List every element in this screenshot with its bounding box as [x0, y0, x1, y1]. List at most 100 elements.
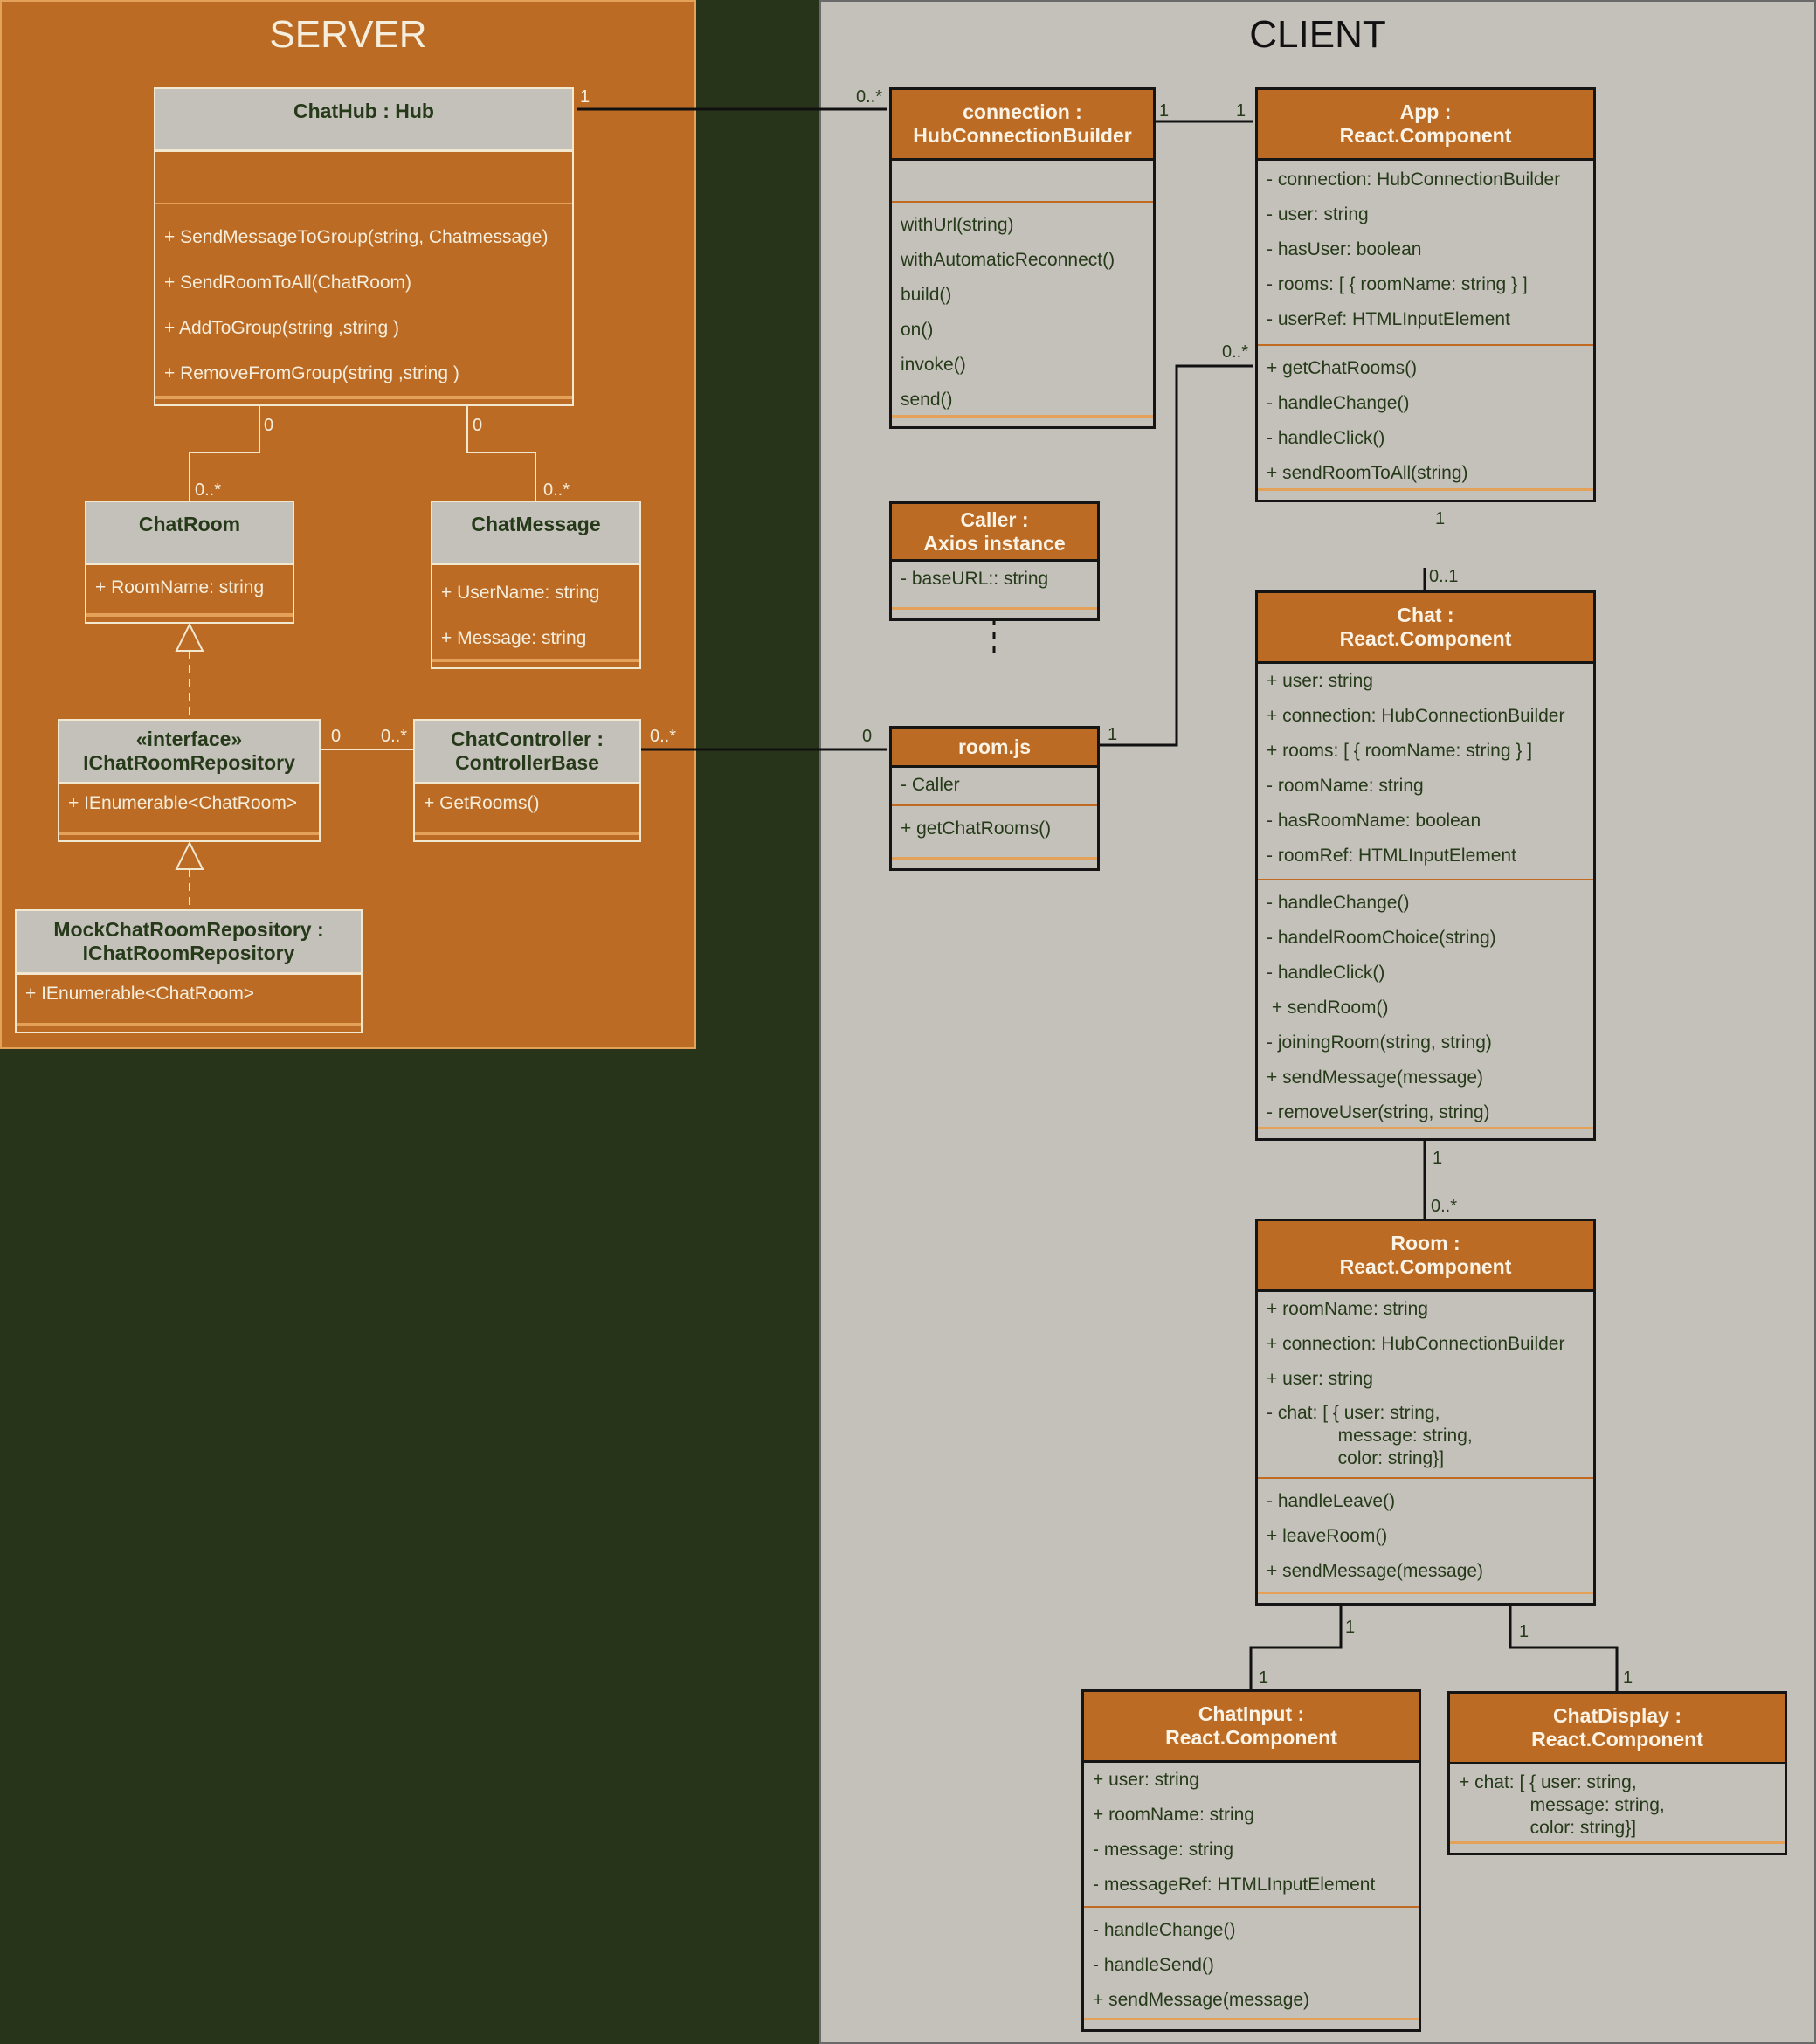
client-title: CLIENT	[1249, 13, 1386, 56]
attributes-section: + IEnumerable<ChatRoom>	[59, 784, 319, 821]
class-name: ChatRoom	[138, 513, 241, 535]
attribute: color: string}]	[1459, 1818, 1637, 1838]
mult-chathub-connection-from: 1	[580, 87, 590, 107]
attributes-section: - baseURL:: string	[892, 562, 1097, 597]
class-chat[interactable]: Chat : React.Component + user: string + …	[1255, 590, 1596, 1141]
separator	[1084, 2018, 1419, 2029]
attributes-section: - Caller	[892, 768, 1097, 804]
methods-section: + getChatRooms()	[892, 806, 1097, 846]
attribute: + chat: [ { user: string,	[1459, 1772, 1637, 1792]
attribute: + IEnumerable<ChatRoom>	[25, 984, 255, 1004]
separator	[415, 832, 639, 840]
class-name-line1: ChatController :	[450, 728, 604, 750]
class-chatroom-header: ChatRoom	[86, 502, 293, 565]
attribute: + roomName: string	[1267, 1299, 1428, 1319]
class-chatdisplay-header: ChatDisplay : React.Component	[1450, 1694, 1785, 1764]
method: + getChatRooms()	[901, 818, 1052, 839]
method: + leaveRoom()	[1267, 1526, 1388, 1546]
mult-irepo-controller-from: 0	[331, 727, 342, 746]
separator	[1258, 488, 1593, 500]
method: + sendRoomToAll(string)	[1267, 463, 1468, 483]
class-connection-header: connection : HubConnectionBuilder	[892, 90, 1153, 161]
class-name-line2: React.Component	[1531, 1728, 1703, 1751]
mult-controller-roomjs-to: 0	[862, 727, 873, 746]
mult-room-chatinput-from: 1	[1345, 1618, 1356, 1637]
methods-section: - handleChange() - handelRoomChoice(stri…	[1258, 880, 1593, 1130]
method: + SendMessageToGroup(string, Chatmessage…	[164, 227, 549, 247]
method: + sendRoom()	[1267, 998, 1389, 1018]
attribute: - baseURL:: string	[901, 569, 1049, 589]
class-chatcontroller[interactable]: ChatController : ControllerBase + GetRoo…	[413, 719, 641, 842]
attributes-section: + user: string + connection: HubConnecti…	[1258, 664, 1593, 879]
attribute: - roomName: string	[1267, 776, 1424, 796]
attribute: + user: string	[1267, 1369, 1373, 1389]
class-chatroom[interactable]: ChatRoom + RoomName: string	[85, 501, 294, 624]
class-chatcontroller-header: ChatController : ControllerBase	[415, 721, 639, 784]
method: + getChatRooms()	[1267, 358, 1418, 378]
attribute: - chat: [ { user: string,	[1267, 1403, 1440, 1423]
class-roomjs[interactable]: room.js - Caller + getChatRooms()	[889, 726, 1100, 871]
class-chatdisplay[interactable]: ChatDisplay : React.Component + chat: [ …	[1447, 1691, 1787, 1855]
class-name-line1: Caller :	[960, 508, 1029, 531]
method: + AddToGroup(string ,string )	[164, 318, 400, 338]
method: - joiningRoom(string, string)	[1267, 1032, 1492, 1053]
class-chatmessage[interactable]: ChatMessage + UserName: string + Message…	[431, 501, 641, 669]
class-chathub[interactable]: ChatHub : Hub + SendMessageToGroup(strin…	[154, 87, 574, 406]
mult-room-chatdisplay-to: 1	[1623, 1668, 1633, 1688]
mult-app-chat-to: 0..1	[1429, 567, 1459, 586]
method: send()	[901, 390, 953, 410]
mult-chathub-connection-to: 0..*	[856, 87, 883, 107]
separator	[892, 857, 1097, 868]
method: withUrl(string)	[901, 215, 1014, 235]
mult-app-chat-from: 1	[1435, 509, 1446, 528]
class-ichatroomrepository-header: «interface» IChatRoomRepository	[59, 721, 319, 784]
class-name-line1: ChatDisplay :	[1553, 1704, 1681, 1727]
attribute: - user: string	[1267, 204, 1369, 224]
method: build()	[901, 285, 952, 305]
class-name-line2: React.Component	[1339, 1255, 1512, 1278]
class-chatinput[interactable]: ChatInput : React.Component + user: stri…	[1081, 1689, 1421, 2032]
method: + sendMessage(message)	[1267, 1067, 1484, 1088]
method: invoke()	[901, 355, 966, 375]
attribute: + connection: HubConnectionBuilder	[1267, 1334, 1565, 1354]
class-mockchatroomrepository-header: MockChatRoomRepository : IChatRoomReposi…	[17, 911, 361, 975]
methods-section: - handleLeave() + leaveRoom() + sendMess…	[1258, 1479, 1593, 1589]
class-room[interactable]: Room : React.Component + roomName: strin…	[1255, 1219, 1596, 1606]
class-stereotype: «interface»	[135, 728, 243, 750]
class-caller[interactable]: Caller : Axios instance - baseURL:: stri…	[889, 501, 1100, 621]
attribute: - hasRoomName: boolean	[1267, 811, 1481, 831]
method: - removeUser(string, string)	[1267, 1102, 1490, 1122]
class-name-line2: React.Component	[1339, 124, 1512, 147]
class-ichatroomrepository[interactable]: «interface» IChatRoomRepository + IEnume…	[58, 719, 321, 842]
attribute: - roomRef: HTMLInputElement	[1267, 846, 1516, 866]
class-name-line2: HubConnectionBuilder	[913, 124, 1132, 147]
attribute: - Caller	[901, 775, 960, 795]
method: withAutomaticReconnect()	[901, 250, 1115, 270]
method: - handleClick()	[1267, 963, 1385, 983]
class-name-line1: Room :	[1391, 1232, 1460, 1254]
class-mockchatroomrepository[interactable]: MockChatRoomRepository : IChatRoomReposi…	[15, 909, 363, 1033]
class-name: room.js	[957, 735, 1032, 758]
mult-room-chatdisplay-from: 1	[1519, 1622, 1529, 1641]
class-roomjs-header: room.js	[892, 729, 1097, 768]
attribute: + user: string	[1093, 1770, 1199, 1790]
class-connection[interactable]: connection : HubConnectionBuilder withUr…	[889, 87, 1156, 429]
class-name-line1: connection :	[963, 100, 1082, 123]
methods-section: - handleChange() - handleSend() + sendMe…	[1084, 1908, 1419, 2018]
class-app-header: App : React.Component	[1258, 90, 1593, 161]
class-name: IChatRoomRepository	[83, 751, 295, 774]
attribute: + connection: HubConnectionBuilder	[1267, 706, 1565, 726]
separator	[1450, 1841, 1785, 1853]
methods-section: withUrl(string) withAutomaticReconnect()…	[892, 203, 1153, 418]
class-caller-header: Caller : Axios instance	[892, 504, 1097, 562]
class-chatmessage-header: ChatMessage	[432, 502, 639, 565]
separator	[155, 396, 572, 404]
class-app[interactable]: App : React.Component - connection: HubC…	[1255, 87, 1596, 502]
mult-roomjs-app-from: 1	[1108, 725, 1118, 744]
class-name-line2: Axios instance	[923, 531, 1066, 555]
attributes-section: + RoomName: string	[86, 565, 293, 605]
method: + SendRoomToAll(ChatRoom)	[164, 273, 412, 293]
class-name-line2: ControllerBase	[455, 751, 599, 774]
attributes-section: + IEnumerable<ChatRoom>	[17, 975, 361, 1012]
class-chathub-header: ChatHub : Hub	[155, 89, 572, 152]
